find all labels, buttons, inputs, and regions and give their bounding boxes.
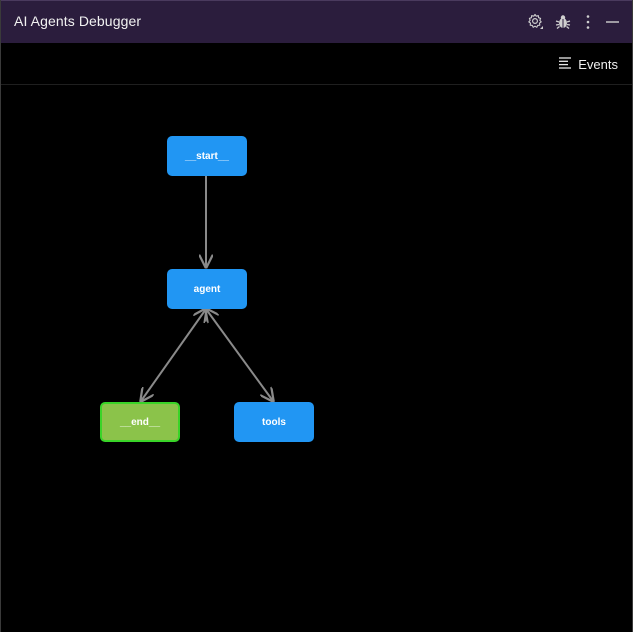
- minimize-icon[interactable]: [604, 13, 622, 31]
- window-title: AI Agents Debugger: [14, 13, 142, 29]
- edge-agent-end: [141, 309, 206, 401]
- bug-icon[interactable]: [554, 13, 572, 31]
- node-end[interactable]: __end__: [100, 402, 180, 442]
- more-vertical-icon[interactable]: [579, 13, 597, 31]
- list-icon: [558, 56, 572, 73]
- node-start[interactable]: __start__: [167, 136, 247, 176]
- node-tools[interactable]: tools: [234, 402, 314, 442]
- title-bar: AI Agents Debugger: [1, 0, 632, 43]
- toolbar: Events: [1, 43, 632, 85]
- edge-agent-tools: [206, 309, 273, 401]
- graph-canvas[interactable]: __start__ agent __end__ tools: [1, 85, 632, 632]
- debugger-window: AI Agents Debugger Events __start__ agen…: [0, 0, 633, 632]
- graph-edges: [1, 176, 633, 632]
- events-button[interactable]: Events: [558, 55, 618, 73]
- events-label: Events: [578, 56, 618, 72]
- settings-icon[interactable]: [527, 13, 545, 31]
- node-agent[interactable]: agent: [167, 269, 247, 309]
